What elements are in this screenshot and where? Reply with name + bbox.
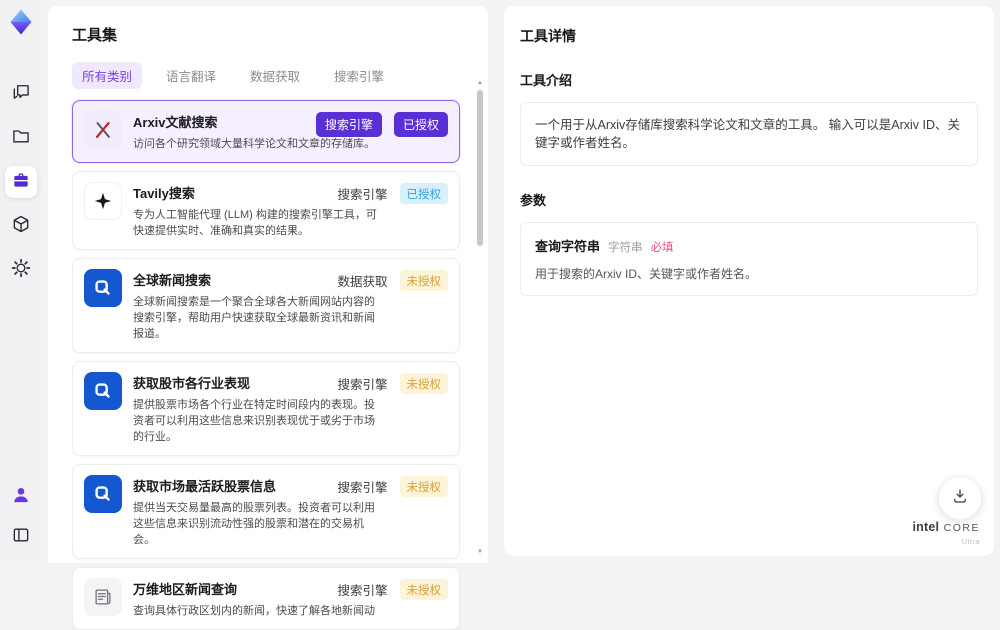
core-wordmark: CORE	[943, 522, 980, 534]
user-avatar-icon	[11, 485, 31, 510]
tool-category-label: 搜索引擎	[337, 378, 388, 392]
blue-search-logo-icon	[84, 475, 122, 513]
parameter-required-flag: 必填	[650, 242, 674, 254]
tab-search-engine[interactable]: 搜索引擎	[324, 62, 394, 89]
page-title: 工具集	[72, 27, 118, 44]
sidebar-item-chat[interactable]	[5, 78, 37, 110]
tool-status-badge: 未授权	[399, 270, 448, 291]
tool-card-most-active-stocks[interactable]: 获取市场最活跃股票信息 提供当天交易量最高的股票列表。投资者可以利用这些信息来识…	[72, 464, 460, 559]
intro-section-heading: 工具介绍	[520, 73, 573, 88]
sidebar-item-files[interactable]	[5, 122, 37, 154]
detail-panel-title: 工具详情	[520, 28, 576, 44]
intel-core-ultra-logo: intel CORE Ultra	[913, 520, 981, 548]
tool-card-regional-news[interactable]: 万维地区新闻查询 查询具体行政区划内的新闻，快速了解各地新闻动 搜索引擎 未授权	[72, 567, 460, 630]
cube-icon	[11, 214, 31, 239]
folder-icon	[11, 126, 31, 151]
sidebar-nav	[5, 78, 37, 286]
tool-status-badge: 已授权	[393, 112, 448, 137]
params-section-heading: 参数	[520, 193, 547, 208]
app-window: 工具集 所有类别 语言翻译 数据获取 搜索引擎 Arxiv文献搜索 访问各个研究…	[0, 0, 1000, 630]
tool-card-global-news-search[interactable]: 全球新闻搜索 全球新闻搜索是一个聚合全球各大新闻网站内容的搜索引擎，帮助用户快速…	[72, 258, 460, 353]
newspaper-icon	[84, 578, 122, 616]
toolbox-icon	[11, 170, 31, 195]
tool-name: 全球新闻搜索	[133, 273, 212, 288]
tool-description: 访问各个研究领域大量科学论文和文章的存储库。	[133, 138, 375, 150]
parameter-description: 用于搜索的Arxiv ID、关键字或作者姓名。	[535, 267, 758, 281]
scrollbar-down-arrow-icon[interactable]: ▼	[475, 547, 485, 557]
tool-card-sector-performance[interactable]: 获取股市各行业表现 提供股票市场各个行业在特定时间段内的表现。投资者可以利用这些…	[72, 361, 460, 456]
blue-search-logo-icon	[84, 372, 122, 410]
chat-icon	[11, 82, 31, 107]
tool-name: 获取股市各行业表现	[133, 376, 251, 391]
tool-detail-panel: 工具详情 工具介绍 一个用于从Arxiv存储库搜索科学论文和文章的工具。 输入可…	[504, 6, 994, 556]
user-profile-button[interactable]	[5, 481, 37, 513]
tool-description: 提供当天交易量最高的股票列表。投资者可以利用这些信息来识别流动性强的股票和潜在的…	[133, 502, 375, 546]
tab-language-translation[interactable]: 语言翻译	[156, 62, 226, 89]
tool-intro-text: 一个用于从Arxiv存储库搜索科学论文和文章的工具。 输入可以是Arxiv ID…	[520, 102, 978, 166]
arxiv-logo-icon	[84, 111, 122, 149]
sidebar-item-models[interactable]	[5, 210, 37, 242]
download-button[interactable]	[938, 476, 982, 520]
tool-description: 提供股票市场各个行业在特定时间段内的表现。投资者可以利用这些信息来识别表现优于或…	[133, 399, 375, 443]
tool-card-arxiv[interactable]: Arxiv文献搜索 访问各个研究领域大量科学论文和文章的存储库。 搜索引擎 已授…	[72, 100, 460, 163]
tool-status-badge: 已授权	[399, 183, 448, 204]
category-tabs: 所有类别 语言翻译 数据获取 搜索引擎	[72, 62, 474, 89]
tool-category-label: 搜索引擎	[337, 188, 388, 202]
tool-category-label: 搜索引擎	[337, 584, 388, 598]
collapse-sidebar-icon	[11, 525, 31, 550]
parameter-item: 查询字符串 字符串 必填 用于搜索的Arxiv ID、关键字或作者姓名。	[520, 222, 978, 296]
tool-name: Tavily搜索	[133, 186, 195, 201]
parameter-name: 查询字符串	[535, 239, 601, 254]
tool-list-panel: 工具集 所有类别 语言翻译 数据获取 搜索引擎 Arxiv文献搜索 访问各个研究…	[48, 6, 488, 630]
app-logo-icon	[7, 8, 35, 36]
sidebar-item-settings[interactable]	[5, 254, 37, 286]
tool-name: 获取市场最活跃股票信息	[133, 479, 277, 494]
tool-card-tavily[interactable]: Tavily搜索 专为人工智能代理 (LLM) 构建的搜索引擎工具，可快速提供实…	[72, 171, 460, 250]
tool-status-badge: 未授权	[399, 476, 448, 497]
tool-list: Arxiv文献搜索 访问各个研究领域大量科学论文和文章的存储库。 搜索引擎 已授…	[72, 100, 474, 630]
tool-name: Arxiv文献搜索	[133, 115, 218, 130]
list-scrollbar[interactable]: ▲ ▼	[475, 78, 485, 557]
parameter-type: 字符串	[608, 242, 643, 254]
sidebar	[0, 0, 42, 563]
tab-all-categories[interactable]: 所有类别	[72, 62, 143, 89]
sidebar-item-toolbox[interactable]	[5, 166, 37, 198]
tool-description: 全球新闻搜索是一个聚合全球各大新闻网站内容的搜索引擎，帮助用户快速获取全球最新资…	[133, 296, 375, 340]
tool-status-badge: 未授权	[399, 579, 448, 600]
scrollbar-up-arrow-icon[interactable]: ▲	[475, 78, 485, 88]
tool-category-badge: 搜索引擎	[315, 112, 382, 137]
tool-status-badge: 未授权	[399, 373, 448, 394]
blue-search-logo-icon	[84, 269, 122, 307]
sidebar-bottom	[5, 481, 37, 553]
collapse-sidebar-button[interactable]	[5, 521, 37, 553]
tool-description: 查询具体行政区划内的新闻，快速了解各地新闻动	[133, 605, 375, 617]
tool-category-label: 搜索引擎	[337, 481, 388, 495]
tavily-star-logo-icon	[84, 182, 122, 220]
tab-data-fetching[interactable]: 数据获取	[240, 62, 310, 89]
settings-gear-icon	[11, 258, 31, 283]
intel-wordmark: intel	[912, 520, 940, 534]
tool-category-label: 数据获取	[337, 275, 388, 289]
scrollbar-thumb[interactable]	[477, 90, 483, 246]
download-icon	[951, 487, 969, 510]
tool-name: 万维地区新闻查询	[133, 582, 238, 597]
tool-description: 专为人工智能代理 (LLM) 构建的搜索引擎工具，可快速提供实时、准确和真实的结…	[133, 209, 377, 237]
ultra-wordmark: Ultra	[961, 537, 980, 546]
